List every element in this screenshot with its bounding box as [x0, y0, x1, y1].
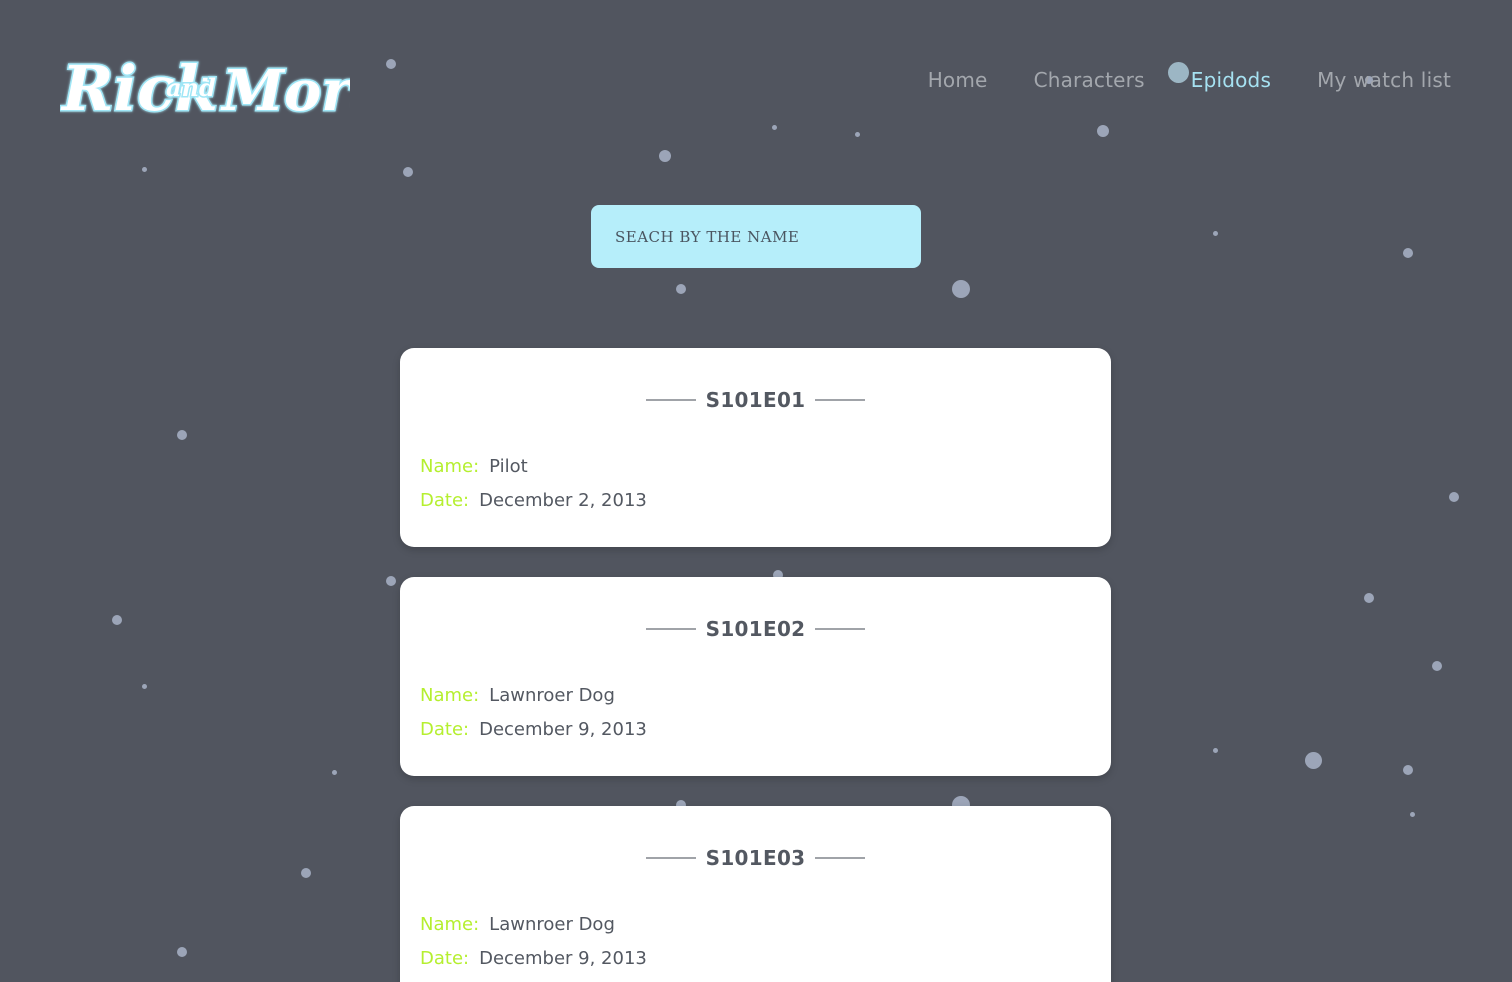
- star: [1432, 661, 1442, 671]
- star: [1410, 812, 1415, 817]
- star: [1403, 765, 1413, 775]
- star: [772, 125, 777, 130]
- nav-episodes[interactable]: Epidods: [1191, 62, 1271, 98]
- star: [301, 868, 311, 878]
- episode-date-row: Date: December 9, 2013: [420, 719, 647, 740]
- star: [1305, 752, 1322, 769]
- star: [177, 430, 187, 440]
- episode-code: S101E01: [705, 388, 806, 412]
- star: [386, 59, 396, 69]
- logo[interactable]: Rick and Morty: [59, 30, 415, 130]
- divider: [815, 857, 866, 859]
- star: [1213, 748, 1218, 753]
- star: [1449, 492, 1459, 502]
- star: [1364, 593, 1374, 603]
- star: [676, 284, 686, 294]
- divider: [815, 399, 866, 401]
- episode-card: S101E02 Name: Lawnroer Dog Date: December …: [400, 577, 1111, 776]
- date-label: Date:: [420, 719, 470, 740]
- divider: [645, 628, 696, 630]
- divider: [645, 857, 696, 859]
- star: [952, 280, 970, 298]
- search-input[interactable]: [591, 205, 921, 268]
- episode-date: December 9, 2013: [479, 719, 647, 740]
- star: [112, 615, 122, 625]
- svg-text:and: and: [166, 73, 216, 102]
- episode-name: Pilot: [489, 456, 528, 477]
- episode-card: S101E01 Name: Pilot Date: December 2, 2013: [400, 348, 1111, 547]
- svg-text:Morty: Morty: [220, 58, 350, 124]
- episode-date-row: Date: December 2, 2013: [420, 490, 647, 511]
- nav-characters[interactable]: Characters: [1034, 62, 1145, 98]
- star: [403, 167, 413, 177]
- episode-card: S101E03 Name: Lawnroer Dog Date: December …: [400, 806, 1111, 982]
- star: [386, 576, 396, 586]
- episode-code: S101E03: [705, 846, 806, 870]
- date-label: Date:: [420, 490, 470, 511]
- episode-date-row: Date: December 9, 2013: [420, 948, 647, 969]
- episode-name-row: Name: Lawnroer Dog: [420, 685, 615, 706]
- star: [855, 132, 860, 137]
- episode-title: S101E03: [400, 846, 1111, 870]
- nav-home[interactable]: Home: [928, 62, 988, 98]
- star: [1097, 125, 1109, 137]
- episode-code: S101E02: [705, 617, 806, 641]
- name-label: Name:: [420, 456, 480, 477]
- episode-date: December 9, 2013: [479, 948, 647, 969]
- star: [177, 947, 187, 957]
- divider: [645, 399, 696, 401]
- star: [1403, 248, 1413, 258]
- episode-name-row: Name: Lawnroer Dog: [420, 914, 615, 935]
- star: [142, 167, 147, 172]
- name-label: Name:: [420, 914, 480, 935]
- episode-date: December 2, 2013: [479, 490, 647, 511]
- episode-name-row: Name: Pilot: [420, 456, 528, 477]
- star: [142, 684, 147, 689]
- main-nav: Home Characters Epidods My watch list: [928, 62, 1451, 98]
- star: [659, 150, 671, 162]
- name-label: Name:: [420, 685, 480, 706]
- star: [332, 770, 337, 775]
- episode-title: S101E01: [400, 388, 1111, 412]
- episode-name: Lawnroer Dog: [489, 914, 615, 935]
- episode-name: Lawnroer Dog: [489, 685, 615, 706]
- rick-and-morty-logo-icon: Rick and Morty: [59, 51, 415, 127]
- date-label: Date:: [420, 948, 470, 969]
- star: [1213, 231, 1218, 236]
- divider: [815, 628, 866, 630]
- nav-watch-list[interactable]: My watch list: [1317, 62, 1451, 98]
- episode-title: S101E02: [400, 617, 1111, 641]
